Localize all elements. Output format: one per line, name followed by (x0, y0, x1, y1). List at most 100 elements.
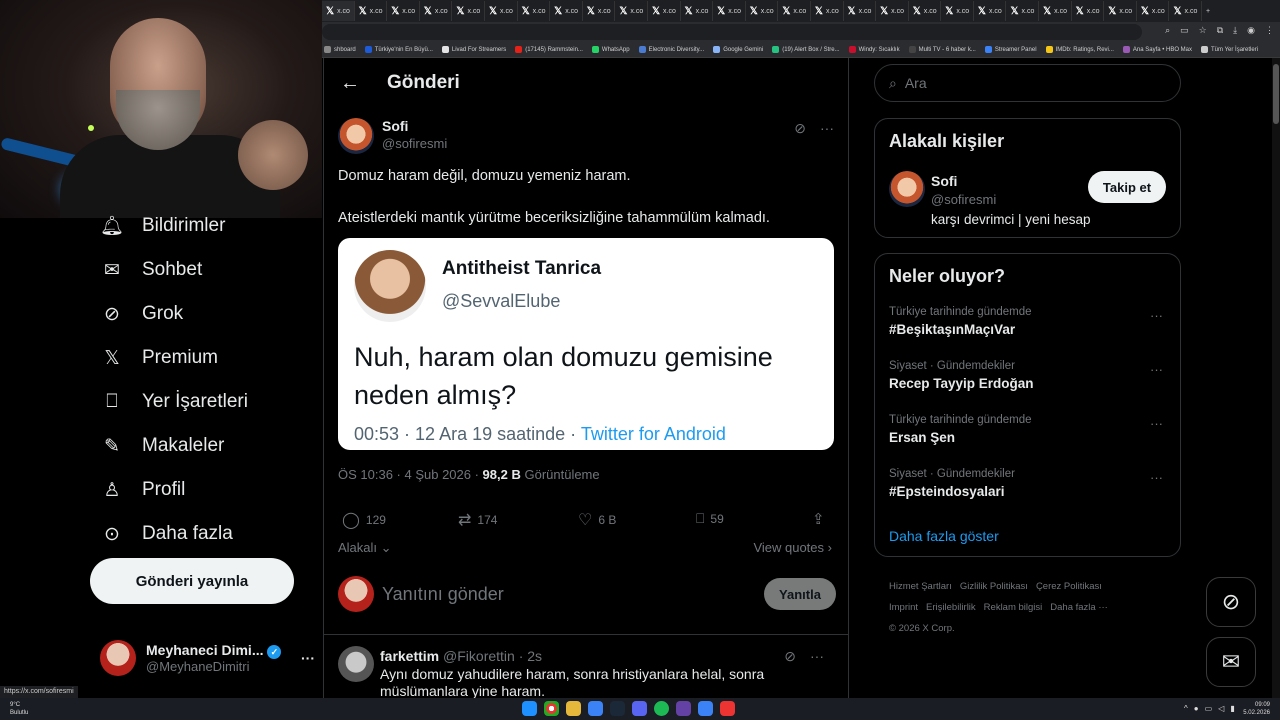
grok-icon[interactable]: ⊘ (794, 120, 806, 137)
repost-action[interactable]: ⇄ 174 (458, 510, 497, 530)
nav-item-daha-fazla[interactable]: ⊙ Daha fazla (100, 512, 320, 556)
browser-tab[interactable]: 𝕏x.co (746, 1, 779, 21)
more-options-icon[interactable]: ··· (1150, 416, 1163, 431)
browser-tab[interactable]: 𝕏x.co (518, 1, 551, 21)
footer-link[interactable]: Reklam bilgisi (984, 602, 1043, 613)
footer-link[interactable]: Daha fazla ··· (1050, 602, 1108, 613)
bookmark-item[interactable]: IMDb: Ratings, Revi... (1045, 46, 1114, 53)
nav-item-profil[interactable]: ♙ Profil (100, 468, 320, 512)
account-switcher[interactable]: Meyhaneci Dimi... ✓ @MeyhaneDimitri ··· (100, 636, 315, 680)
browser-tab[interactable]: 𝕏x.co (974, 1, 1007, 21)
new-tab-icon[interactable]: + (1202, 1, 1235, 21)
folder-icon[interactable] (566, 701, 581, 716)
footer-link[interactable]: Imprint (889, 602, 918, 613)
related-avatar[interactable] (889, 171, 925, 207)
trend-item[interactable]: Siyaset · Gündemdekiler #Epsteindosyalari… (889, 468, 1169, 499)
extensions-puzzle-icon[interactable]: ⧉ (1217, 25, 1223, 36)
bookmark-item[interactable]: (19) Alert Box / Stre... (772, 46, 840, 53)
related-handle[interactable]: @sofiresmi (931, 192, 1091, 207)
zoom-icon[interactable]: ⌕ (1165, 25, 1170, 36)
more-options-icon[interactable]: ··· (1150, 308, 1163, 323)
nav-item-premium[interactable]: 𝕏 Premium (100, 336, 320, 380)
browser-tab[interactable]: 𝕏x.co (550, 1, 583, 21)
nav-item-makaleler[interactable]: ✎ Makaleler (100, 424, 320, 468)
chrome-icon[interactable] (544, 701, 559, 716)
bookmark-item[interactable]: shboard (324, 46, 356, 53)
mic-icon[interactable]: ● (1194, 704, 1199, 713)
more-options-icon[interactable]: ··· (810, 648, 824, 665)
tweet-timestamp[interactable]: ÖS 10:36 · 4 Şub 2026 · (338, 467, 483, 482)
nav-item-bildirimler[interactable]: 🔔︎ Bildirimler (100, 204, 320, 248)
bookmark-item[interactable]: (17145) Rammstein... (515, 46, 583, 53)
steam-icon[interactable] (610, 701, 625, 716)
author-avatar[interactable] (338, 118, 374, 154)
battery-icon[interactable]: ▮ (1230, 704, 1234, 713)
bookmark-item[interactable]: Windy: Sıcaklık (848, 46, 900, 53)
post-button[interactable]: Gönderi yayınla (90, 558, 294, 604)
quoted-screenshot-image[interactable]: Antitheist Tanrica @SevvalElube Nuh, har… (338, 238, 834, 450)
reply-author-name[interactable]: farkettim (380, 648, 439, 664)
reply-action[interactable]: ◯ 129 (342, 510, 386, 530)
browser-tab[interactable]: 𝕏x.co (713, 1, 746, 21)
app-icon[interactable] (676, 701, 691, 716)
nav-item-sohbet[interactable]: ✉ Sohbet (100, 248, 320, 292)
browser-tab[interactable]: 𝕏x.co (778, 1, 811, 21)
account-more-icon[interactable]: ··· (301, 650, 315, 666)
author-handle[interactable]: @sofiresmi (382, 136, 447, 151)
tweet-author[interactable]: Sofi @sofiresmi (338, 118, 447, 154)
footer-link[interactable]: Erişilebilirlik (926, 602, 976, 613)
bookmark-item[interactable]: Multi TV - 6 haber k... (908, 46, 976, 53)
browser-tab[interactable]: 𝕏x.co (876, 1, 909, 21)
share-action[interactable]: ⇪ (812, 510, 825, 528)
browser-tab[interactable]: 𝕏x.co (941, 1, 974, 21)
search-input[interactable]: ⌕ Ara (874, 64, 1181, 102)
browser-tab[interactable]: 𝕏x.co (811, 1, 844, 21)
network-icon[interactable]: ▭ (1205, 704, 1213, 713)
bookmark-item[interactable]: Tüm Yer İşaretleri (1201, 46, 1258, 53)
extension-icon[interactable]: ▭ (1180, 25, 1189, 36)
more-options-icon[interactable]: ··· (1150, 362, 1163, 377)
discord-icon[interactable] (632, 701, 647, 716)
tray-chevron-icon[interactable]: ^ (1184, 704, 1188, 713)
show-more-link[interactable]: Daha fazla göster (889, 528, 999, 544)
reply-button[interactable]: Yanıtla (764, 578, 836, 610)
browser-tab[interactable]: 𝕏x.co (1169, 1, 1203, 21)
footer-link[interactable]: Hizmet Şartları (889, 581, 952, 592)
bookmark-item[interactable]: Ana Sayfa • HBO Max (1122, 46, 1192, 53)
trend-item[interactable]: Türkiye tarihinde gündemde #BeşiktaşınMaç… (889, 306, 1169, 337)
bookmark-item[interactable]: Livad For Streamers (441, 46, 506, 53)
reply-input[interactable]: Yanıtını gönder (382, 584, 504, 605)
star-icon[interactable]: ☆ (1199, 25, 1207, 36)
bookmark-action[interactable]: ⎕ 59 (696, 510, 724, 527)
author-name[interactable]: Sofi (382, 118, 447, 134)
browser-tab[interactable]: 𝕏x.co (1104, 1, 1137, 21)
sort-dropdown[interactable]: Alakalı ⌄ (338, 540, 392, 556)
reply-author-handle[interactable]: @Fikorettin · 2s (443, 648, 542, 664)
browser-tab[interactable]: 𝕏x.co (420, 1, 453, 21)
trend-item[interactable]: Siyaset · Gündemdekiler Recep Tayyip Erdo… (889, 360, 1169, 391)
browser-tab[interactable]: 𝕏x.co (1039, 1, 1072, 21)
download-icon[interactable]: ⤓ (1233, 25, 1237, 36)
scrollbar[interactable] (1272, 58, 1280, 698)
follow-button[interactable]: Takip et (1088, 171, 1166, 203)
footer-link[interactable]: Gizlilik Politikası (960, 581, 1028, 592)
nav-item-grok[interactable]: ⊘ Grok (100, 292, 320, 336)
trend-item[interactable]: Türkiye tarihinde gündemde Ersan Şen ··· (889, 414, 1169, 445)
browser-tab[interactable]: 𝕏x.co (1137, 1, 1170, 21)
app-icon[interactable] (588, 701, 603, 716)
browser-tab[interactable]: 𝕏x.co (355, 1, 388, 21)
browser-tab[interactable]: 𝕏x.co (452, 1, 485, 21)
bookmark-item[interactable]: Türkiye'nin En Büyü... (364, 46, 433, 53)
view-quotes-link[interactable]: View quotes › (753, 540, 832, 555)
volume-icon[interactable]: ◁ (1218, 704, 1224, 713)
browser-tab[interactable]: 𝕏x.co (909, 1, 942, 21)
browser-tab[interactable]: 𝕏x.co (485, 1, 518, 21)
start-icon[interactable] (522, 701, 537, 716)
related-name[interactable]: Sofi (931, 173, 1091, 189)
back-arrow-icon[interactable]: ← (340, 72, 360, 95)
browser-tab[interactable]: 𝕏x.co (322, 1, 355, 21)
bookmark-item[interactable]: WhatsApp (591, 46, 630, 53)
grok-icon[interactable]: ⊘ (784, 648, 796, 665)
footer-link[interactable]: Çerez Politikası (1036, 581, 1102, 592)
more-options-icon[interactable]: ··· (1150, 470, 1163, 485)
